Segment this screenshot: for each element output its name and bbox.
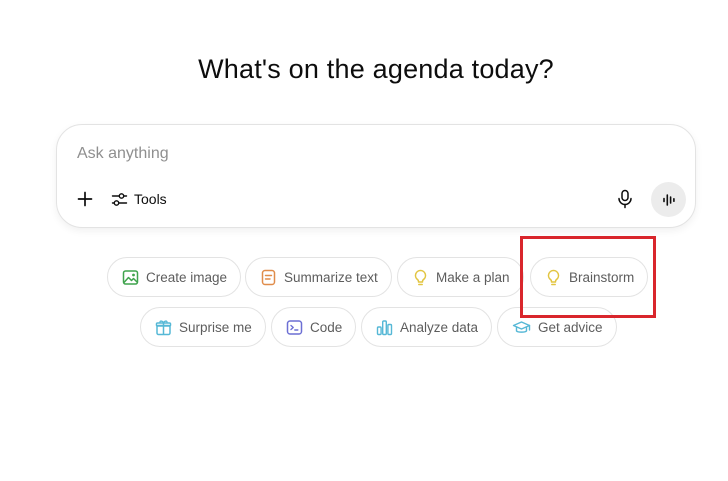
suggestion-label: Surprise me	[179, 319, 252, 335]
suggestion-label: Make a plan	[436, 269, 510, 285]
tools-button[interactable]: Tools	[111, 187, 167, 211]
gift-icon	[155, 319, 172, 335]
prompt-input[interactable]	[77, 141, 637, 167]
lightbulb-icon	[414, 269, 427, 285]
suggestion-surprise-me[interactable]: Surprise me	[140, 307, 266, 347]
plus-icon	[77, 191, 93, 207]
suggestion-brainstorm[interactable]: Brainstorm	[530, 257, 649, 297]
suggestion-label: Create image	[146, 269, 228, 285]
voice-mode-button[interactable]	[651, 182, 686, 217]
suggestion-code[interactable]: Code	[271, 307, 357, 347]
page-heading: What's on the agenda today?	[198, 54, 554, 84]
suggestion-make-a-plan[interactable]: Make a plan	[397, 257, 524, 297]
lightbulb-icon	[547, 269, 560, 285]
suggestion-summarize-text[interactable]: Summarize text	[245, 257, 392, 297]
add-attachment-button[interactable]	[73, 187, 97, 211]
suggestion-label: Brainstorm	[569, 269, 635, 285]
suggestion-label: Get advice	[538, 319, 603, 335]
dictate-button[interactable]	[613, 187, 637, 211]
suggestion-analyze-data[interactable]: Analyze data	[361, 307, 493, 347]
tools-label: Tools	[134, 191, 167, 207]
voice-waveform-icon	[662, 193, 675, 206]
suggestion-label: Code	[310, 319, 343, 335]
sliders-icon	[111, 192, 128, 206]
suggestion-get-advice[interactable]: Get advice	[497, 307, 617, 347]
image-icon	[122, 269, 139, 285]
terminal-icon	[286, 319, 303, 335]
suggestion-label: Analyze data	[400, 319, 479, 335]
prompt-composer: Tools	[56, 124, 696, 228]
bar-chart-icon	[376, 319, 393, 335]
microphone-icon	[618, 189, 632, 209]
graduation-cap-icon	[512, 320, 531, 333]
document-icon	[261, 269, 276, 285]
suggestion-create-image[interactable]: Create image	[107, 257, 242, 297]
suggestion-label: Summarize text	[284, 269, 378, 285]
